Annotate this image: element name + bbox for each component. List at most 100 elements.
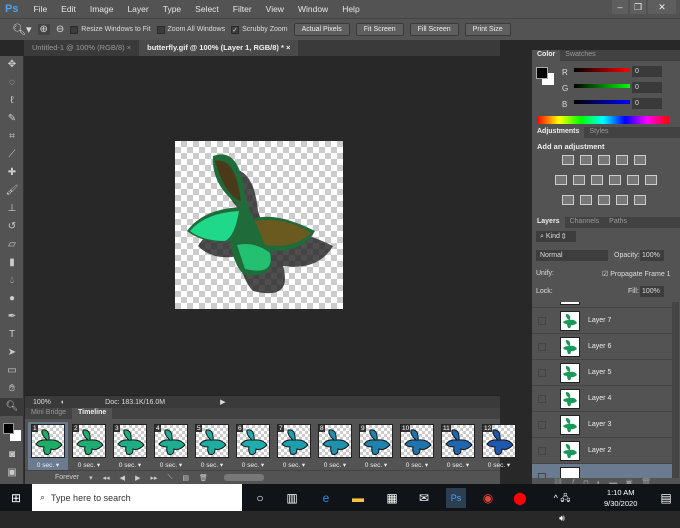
crop-tool-icon[interactable]: ⌗	[0, 128, 24, 146]
timeline-frame[interactable]: 5 0 sec. ▾	[192, 422, 232, 470]
exposure-icon[interactable]	[616, 155, 628, 165]
document-canvas[interactable]	[175, 141, 343, 309]
photo-filter-icon[interactable]	[609, 175, 621, 185]
dodge-tool-icon[interactable]: ●	[0, 290, 24, 308]
next-frame-icon[interactable]: ▸▸	[150, 474, 157, 482]
first-frame-icon[interactable]: ◂◂	[103, 474, 110, 482]
hue-saturation-icon[interactable]	[555, 175, 567, 185]
status-icon[interactable]: ◐	[61, 399, 65, 406]
duplicate-frame-icon[interactable]: ▤	[182, 474, 189, 482]
layer-row-selected[interactable]	[532, 464, 672, 478]
frame-delay[interactable]: 0 sec. ▾	[28, 461, 68, 469]
visibility-toggle[interactable]	[538, 342, 546, 351]
gradient-map-icon[interactable]	[634, 195, 646, 205]
layer-row[interactable]: Layer 3	[532, 412, 672, 438]
notifications-icon[interactable]: ▤	[656, 488, 676, 508]
threshold-icon[interactable]	[598, 195, 610, 205]
type-tool-icon[interactable]: T	[0, 326, 24, 344]
blur-tool-icon[interactable]: 💧︎	[0, 272, 24, 290]
fill-screen-button[interactable]: Fill Screen	[409, 23, 459, 36]
stamp-tool-icon[interactable]: ⊥	[0, 200, 24, 218]
layer-row[interactable]: Layer 6	[532, 334, 672, 360]
chrome-icon[interactable]: ◉	[478, 488, 498, 508]
color-lookup-icon[interactable]	[645, 175, 657, 185]
record-icon[interactable]: ⬤	[510, 488, 530, 508]
eyedropper-tool-icon[interactable]: ⟋	[0, 146, 24, 164]
timeline-frame[interactable]: 11 0 sec. ▾	[438, 422, 478, 470]
visibility-toggle[interactable]	[538, 394, 546, 403]
layer-row[interactable]: Layer 2	[532, 438, 672, 464]
zoom-all-windows-checkbox[interactable]: Zoom All Windows	[156, 25, 225, 34]
posterize-icon[interactable]	[580, 195, 592, 205]
close-icon[interactable]: ✕	[648, 0, 676, 14]
visibility-toggle[interactable]	[538, 420, 546, 429]
timeline-frame[interactable]: 7 0 sec. ▾	[274, 422, 314, 470]
frame-delay[interactable]: 0 sec. ▾	[479, 461, 519, 469]
status-menu-arrow-icon[interactable]: ▶	[220, 398, 225, 406]
r-value[interactable]: 0	[632, 66, 662, 77]
foreground-color[interactable]	[3, 423, 14, 434]
menu-help[interactable]: Help	[335, 4, 366, 14]
restore-icon[interactable]: ❐	[630, 0, 646, 14]
curves-icon[interactable]	[598, 155, 610, 165]
color-spectrum[interactable]	[537, 116, 669, 124]
visibility-toggle[interactable]	[538, 446, 546, 455]
blend-mode-select[interactable]: Normal	[536, 250, 608, 261]
black-white-icon[interactable]	[591, 175, 603, 185]
close-icon[interactable]: ×	[127, 43, 131, 52]
propagate-checkbox[interactable]: ☑ Propagate Frame 1	[602, 270, 671, 278]
close-icon[interactable]: ×	[286, 43, 290, 52]
loop-select[interactable]: Forever	[55, 474, 79, 481]
menu-file[interactable]: File	[26, 4, 54, 14]
timeline-frame[interactable]: 1 0 sec. ▾	[28, 422, 68, 470]
eraser-tool-icon[interactable]: ▱	[0, 236, 24, 254]
task-view-icon[interactable]: ▥	[282, 488, 302, 508]
invert-icon[interactable]	[562, 195, 574, 205]
minimize-icon[interactable]: –	[612, 0, 628, 14]
color-swatches[interactable]	[0, 416, 23, 446]
timeline-frame[interactable]: 2 0 sec. ▾	[69, 422, 109, 470]
tab-color[interactable]: Color	[532, 50, 561, 61]
windows-start-icon[interactable]: ⊞	[6, 488, 26, 508]
gradient-tool-icon[interactable]: ▮	[0, 254, 24, 272]
g-slider[interactable]	[574, 84, 630, 88]
photoshop-taskbar-icon[interactable]: Ps	[446, 488, 466, 508]
zoom-level[interactable]: 100%	[33, 399, 51, 406]
layer-row[interactable]: Layer 7	[532, 308, 672, 334]
zoom-tool-icon[interactable]: 🔍︎	[0, 398, 24, 416]
hand-tool-icon[interactable]: ✋︎	[0, 380, 24, 398]
vibrance-icon[interactable]	[634, 155, 646, 165]
b-value[interactable]: 0	[632, 98, 662, 109]
menu-view[interactable]: View	[259, 4, 291, 14]
frame-delay[interactable]: 0 sec. ▾	[151, 461, 191, 469]
frame-delay[interactable]: 0 sec. ▾	[233, 461, 273, 469]
menu-select[interactable]: Select	[188, 4, 226, 14]
quick-select-tool-icon[interactable]: ✎	[0, 110, 24, 128]
timeline-frame[interactable]: 8 0 sec. ▾	[315, 422, 355, 470]
visibility-toggle[interactable]	[538, 316, 546, 325]
menu-edit[interactable]: Edit	[54, 4, 83, 14]
timeline-scrollbar[interactable]	[223, 474, 264, 481]
frame-delay[interactable]: 0 sec. ▾	[315, 461, 355, 469]
b-slider[interactable]	[574, 100, 630, 104]
actual-pixels-button[interactable]: Actual Pixels	[293, 23, 350, 36]
zoom-tool-icon[interactable]: 🔍︎▾	[12, 23, 32, 36]
menu-type[interactable]: Type	[156, 4, 188, 14]
cortana-icon[interactable]: ○	[250, 488, 270, 508]
frame-delay[interactable]: 0 sec. ▾	[438, 461, 478, 469]
layer-row[interactable]: Layer 4	[532, 386, 672, 412]
store-icon[interactable]: ▦	[382, 488, 402, 508]
r-slider[interactable]	[574, 68, 630, 72]
visibility-toggle[interactable]	[538, 368, 546, 377]
g-value[interactable]: 0	[632, 82, 662, 93]
layers-scrollbar[interactable]	[672, 302, 679, 478]
tab-layers[interactable]: Layers	[532, 217, 565, 228]
edge-icon[interactable]: e	[316, 488, 336, 508]
brightness-icon[interactable]	[562, 155, 574, 165]
menu-image[interactable]: Image	[83, 4, 121, 14]
menu-layer[interactable]: Layer	[120, 4, 155, 14]
color-balance-icon[interactable]	[573, 175, 585, 185]
tab-paths[interactable]: Paths	[604, 217, 632, 228]
history-brush-icon[interactable]: ↺	[0, 218, 24, 236]
zoom-in-icon[interactable]: ⊕	[37, 24, 50, 35]
